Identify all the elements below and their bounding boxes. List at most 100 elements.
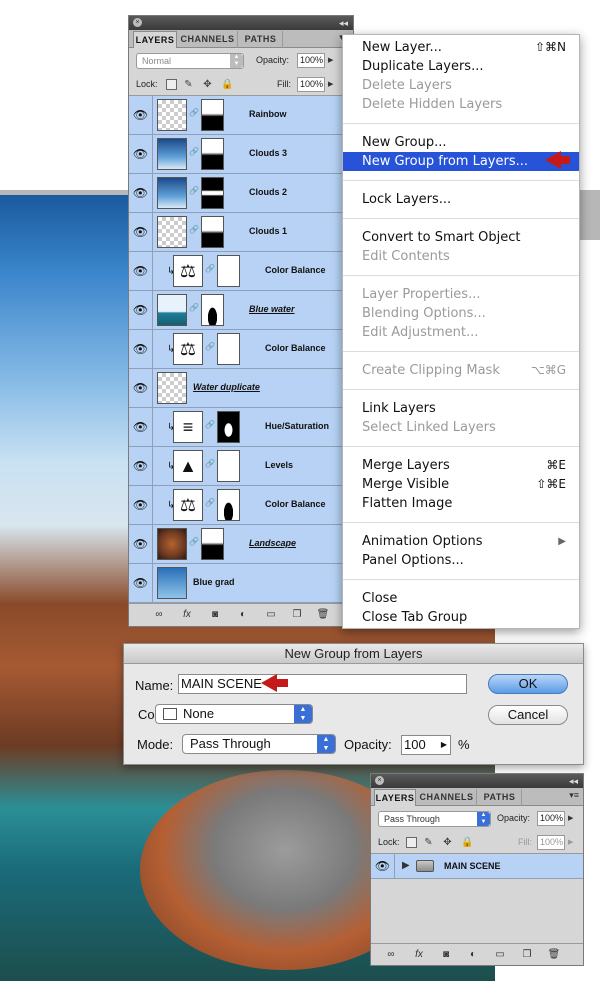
layer-thumbnail[interactable] — [157, 294, 187, 326]
opacity-dropdown-icon[interactable]: ▶ — [441, 736, 447, 754]
lock-move-icon[interactable]: ✥ — [202, 79, 213, 90]
visibility-eye-icon[interactable]: 👁 — [129, 291, 153, 329]
folder-icon[interactable]: ▭ — [492, 948, 508, 961]
link-icon[interactable]: ∞ — [151, 608, 167, 621]
folder-icon[interactable]: ▭ — [263, 608, 279, 621]
adjustment-icon[interactable]: ◐ — [235, 608, 251, 621]
trash-icon[interactable]: 🗑 — [315, 608, 331, 621]
collapse-icon[interactable]: ◂◂ — [569, 775, 578, 787]
layer-mask-thumbnail[interactable] — [217, 411, 240, 443]
fill-field[interactable]: 100% — [297, 77, 325, 92]
panel-titlebar[interactable]: × ◂◂ — [129, 16, 353, 30]
menu-item[interactable]: New Group... — [343, 133, 579, 152]
adjustment-thumbnail-icon[interactable]: ≡ — [173, 411, 203, 443]
disclosure-triangle-icon[interactable]: ▶ — [402, 860, 410, 871]
lock-all-icon[interactable]: 🔒 — [221, 79, 233, 90]
color-select[interactable]: None ▲ ▼ — [155, 704, 313, 724]
layer-mask-thumbnail[interactable] — [217, 333, 240, 365]
layer-mask-thumbnail[interactable] — [201, 294, 224, 326]
close-icon[interactable]: × — [375, 776, 384, 785]
visibility-eye-icon[interactable]: 👁 — [129, 213, 153, 251]
opacity-dropdown-icon[interactable]: ▶ — [568, 814, 573, 822]
visibility-eye-icon[interactable]: 👁 — [129, 330, 153, 368]
collapse-icon[interactable]: ◂◂ — [339, 17, 348, 29]
lock-transparent-icon[interactable] — [406, 837, 417, 848]
layer-row[interactable]: 👁 🔗 Clouds 2 — [129, 174, 353, 213]
menu-item[interactable]: Close — [343, 589, 579, 608]
adjustment-icon[interactable]: ◐ — [465, 948, 481, 961]
chain-link-icon[interactable]: 🔗 — [189, 303, 199, 312]
chain-link-icon[interactable]: 🔗 — [189, 537, 199, 546]
layer-thumbnail[interactable] — [157, 528, 187, 560]
layer-mask-thumbnail[interactable] — [201, 177, 224, 209]
chain-link-icon[interactable]: 🔗 — [189, 225, 199, 234]
layer-mask-thumbnail[interactable] — [217, 489, 240, 521]
cancel-button[interactable]: Cancel — [488, 705, 568, 725]
menu-item[interactable]: Merge Layers ⌘E — [343, 456, 579, 475]
chain-link-icon[interactable]: 🔗 — [205, 342, 215, 351]
tab-layers[interactable]: LAYERS — [133, 31, 177, 48]
fx-icon[interactable]: fx — [411, 948, 427, 961]
menu-item[interactable]: Close Tab Group — [343, 608, 579, 627]
chain-link-icon[interactable]: 🔗 — [189, 108, 199, 117]
fill-dropdown-icon[interactable]: ▶ — [328, 80, 333, 88]
visibility-eye-icon[interactable]: 👁 — [129, 447, 153, 485]
chain-link-icon[interactable]: 🔗 — [189, 147, 199, 156]
layer-row[interactable]: 👁 ↳ ⚖ 🔗 Color Balance — [129, 252, 353, 291]
fill-field[interactable]: 100% — [537, 835, 565, 850]
menu-item[interactable]: Merge Visible ⇧⌘E — [343, 475, 579, 494]
ok-button[interactable]: OK — [488, 674, 568, 694]
layer-row[interactable]: 👁 ↳ ⚖ 🔗 Color Balance — [129, 330, 353, 369]
opacity-field[interactable]: 100 ▶ — [401, 735, 451, 755]
link-icon[interactable]: ∞ — [383, 948, 399, 961]
layer-mask-thumbnail[interactable] — [201, 99, 224, 131]
blend-mode-select[interactable]: Pass Through ▲ ▼ — [378, 811, 491, 827]
tab-channels[interactable]: CHANNELS — [417, 789, 477, 806]
menu-item[interactable]: New Group from Layers... — [343, 152, 579, 171]
menu-item[interactable]: Duplicate Layers... — [343, 57, 579, 76]
mask-icon[interactable]: ◙ — [438, 948, 454, 961]
layer-row[interactable]: 👁 ↳ ▲ 🔗 Levels — [129, 447, 353, 486]
layer-row[interactable]: 👁 🔗 Landscape — [129, 525, 353, 564]
layer-mask-thumbnail[interactable] — [201, 138, 224, 170]
layer-thumbnail[interactable] — [157, 99, 187, 131]
layer-thumbnail[interactable] — [157, 177, 187, 209]
visibility-eye-icon[interactable]: 👁 — [129, 525, 153, 563]
trash-icon[interactable]: 🗑 — [546, 948, 562, 961]
visibility-eye-icon[interactable]: 👁 — [371, 854, 395, 878]
chain-link-icon[interactable]: 🔗 — [189, 186, 199, 195]
visibility-eye-icon[interactable]: 👁 — [129, 135, 153, 173]
mask-icon[interactable]: ◙ — [207, 608, 223, 621]
fill-dropdown-icon[interactable]: ▶ — [568, 838, 573, 846]
adjustment-thumbnail-icon[interactable]: ⚖ — [173, 489, 203, 521]
chain-link-icon[interactable]: 🔗 — [205, 420, 215, 429]
adjustment-thumbnail-icon[interactable]: ▲ — [173, 450, 203, 482]
visibility-eye-icon[interactable]: 👁 — [129, 96, 153, 134]
layer-row-main-scene[interactable]: 👁 ▶ MAIN SCENE — [371, 854, 583, 879]
layer-mask-thumbnail[interactable] — [217, 450, 240, 482]
mode-select[interactable]: Pass Through ▲ ▼ — [182, 734, 336, 754]
layer-row[interactable]: 👁 Blue grad — [129, 564, 353, 603]
visibility-eye-icon[interactable]: 👁 — [129, 486, 153, 524]
layer-mask-thumbnail[interactable] — [201, 528, 224, 560]
lock-move-icon[interactable]: ✥ — [442, 837, 453, 848]
lock-brush-icon[interactable]: ✎ — [423, 837, 434, 848]
chain-link-icon[interactable]: 🔗 — [205, 264, 215, 273]
opacity-field[interactable]: 100% — [297, 53, 325, 68]
layer-row[interactable]: 👁 Water duplicate — [129, 369, 353, 408]
chain-link-icon[interactable]: 🔗 — [205, 498, 215, 507]
layer-row[interactable]: 👁 ↳ ≡ 🔗 Hue/Saturation — [129, 408, 353, 447]
lock-brush-icon[interactable]: ✎ — [183, 79, 194, 90]
tab-layers[interactable]: LAYERS — [374, 789, 416, 806]
visibility-eye-icon[interactable]: 👁 — [129, 252, 153, 290]
tab-paths[interactable]: PATHS — [478, 789, 522, 806]
panel-menu-icon[interactable]: ▾≡ — [569, 790, 579, 801]
layer-thumbnail[interactable] — [157, 567, 187, 599]
menu-item[interactable]: Link Layers — [343, 399, 579, 418]
tab-channels[interactable]: CHANNELS — [178, 31, 238, 48]
panel-titlebar[interactable]: × ◂◂ — [371, 774, 583, 788]
adjustment-thumbnail-icon[interactable]: ⚖ — [173, 255, 203, 287]
blend-mode-select[interactable]: Normal ▲ ▼ — [136, 53, 244, 69]
name-field[interactable]: MAIN SCENE — [178, 674, 467, 694]
menu-item[interactable]: New Layer... ⇧⌘N — [343, 38, 579, 57]
